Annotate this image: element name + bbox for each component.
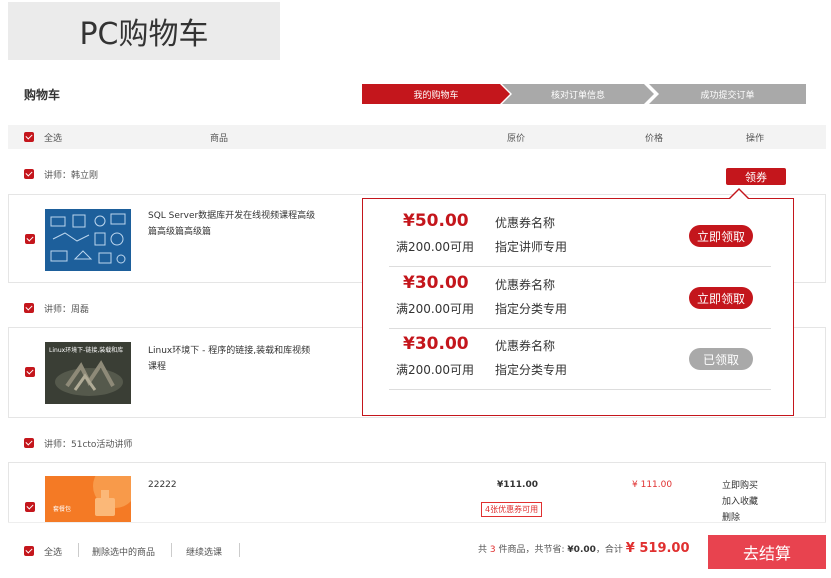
coupon-row: ¥30.00 满200.00可用 优惠券名称 指定分类专用 已领取 (389, 328, 771, 390)
item-checkbox[interactable] (25, 234, 35, 244)
coupon-amount: ¥50.00 (403, 211, 469, 231)
coupon-name: 优惠券名称 (495, 216, 556, 230)
footer-select-all-label[interactable]: 全选 (44, 545, 62, 558)
linux-course-thumbnail[interactable]: Linux环境下-链接,装载和库 (45, 342, 131, 404)
divider (239, 543, 240, 557)
column-product: 商品 (210, 134, 229, 144)
product-title[interactable]: SQL Server数据库开发在线视频课程高级篇高级篇高级篇 (148, 208, 318, 240)
teacher-checkbox[interactable] (24, 169, 34, 179)
coupon-condition: 满200.00可用 (396, 363, 474, 377)
step-confirm-order: 核对订单信息 (502, 84, 654, 104)
add-favorite-link[interactable]: 加入收藏 (722, 494, 758, 510)
available-coupons-tag[interactable]: 4张优惠券可用 (481, 502, 543, 517)
coupon-usage: 指定分类专用 (495, 363, 568, 377)
coupon-row: ¥30.00 满200.00可用 优惠券名称 指定分类专用 立即领取 (389, 267, 771, 329)
coupon-amount: ¥30.00 (403, 334, 469, 354)
select-all-checkbox[interactable] (24, 132, 34, 142)
original-price: ¥111.00 (497, 480, 538, 490)
thumbnail-caption: Linux环境下-链接,装载和库 (49, 347, 124, 354)
column-operation: 操作 (746, 134, 765, 144)
teacher-name: 讲师：51cto活动讲师 (44, 440, 133, 450)
saved-amount: ¥0.00 (567, 545, 596, 555)
coupon-popup: ¥50.00 满200.00可用 优惠券名称 指定讲师专用 立即领取 ¥30.0… (362, 198, 794, 416)
item-checkbox[interactable] (25, 367, 35, 377)
popup-pointer-inner (730, 190, 748, 199)
step-order-submitted: 成功提交订单 (649, 84, 806, 104)
thumbnail-caption: 套餐包 (53, 506, 72, 513)
table-header: 全选 商品 原价 价格 操作 (8, 125, 826, 149)
teacher-name: 讲师：周磊 (44, 305, 90, 315)
order-summary: 共 3 件商品，共节省: ¥0.00，合计 ¥ 519.00 (478, 541, 690, 556)
column-price: 价格 (645, 134, 664, 144)
get-coupon-button[interactable]: 领券 (726, 168, 786, 185)
coupon-condition: 满200.00可用 (396, 302, 474, 316)
item-count: 3 (489, 545, 496, 555)
cart-title: 购物车 (24, 88, 61, 102)
coupon-amount: ¥30.00 (403, 273, 469, 293)
delete-selected-button[interactable]: 删除选中的商品 (92, 545, 155, 558)
coupon-usage: 指定分类专用 (495, 302, 568, 316)
checkout-button[interactable]: 去结算 (708, 535, 826, 569)
claim-coupon-button[interactable]: 立即领取 (689, 287, 753, 309)
coupon-condition: 满200.00可用 (396, 240, 474, 254)
database-course-thumbnail[interactable] (45, 209, 131, 271)
teacher-checkbox[interactable] (24, 438, 34, 448)
summary-prefix: 共 (478, 545, 488, 555)
divider (78, 543, 79, 557)
item-operations: 立即购买 加入收藏 删除 (722, 478, 758, 526)
coupon-claimed-badge: 已领取 (689, 348, 753, 370)
teacher-checkbox[interactable] (24, 303, 34, 313)
product-title[interactable]: 22222 (148, 477, 318, 493)
continue-shopping-button[interactable]: 继续选课 (186, 545, 222, 558)
total-label: ，合计 (595, 545, 623, 555)
coupon-name: 优惠券名称 (495, 278, 556, 292)
total-amount: ¥ 519.00 (625, 541, 690, 556)
step-my-cart: 我的购物车 (362, 84, 510, 104)
divider (171, 543, 172, 557)
summary-mid: 件商品，共节省: (498, 545, 565, 555)
select-all-label: 全选 (44, 134, 63, 144)
item-checkbox[interactable] (25, 502, 35, 512)
current-price: ¥ 111.00 (632, 480, 673, 490)
page-title: PC购物车 (8, 2, 280, 60)
claim-coupon-button[interactable]: 立即领取 (689, 225, 753, 247)
column-original-price: 原价 (507, 134, 526, 144)
product-title[interactable]: Linux环境下 - 程序的链接,装载和库视频课程 (148, 343, 318, 375)
cart-footer: 全选 删除选中的商品 继续选课 共 3 件商品，共节省: ¥0.00，合计 ¥ … (8, 522, 826, 569)
coupon-name: 优惠券名称 (495, 339, 556, 353)
teacher-name: 讲师：韩立刚 (44, 171, 99, 181)
buy-now-link[interactable]: 立即购买 (722, 478, 758, 494)
coupon-usage: 指定讲师专用 (495, 240, 568, 254)
progress-steps: 我的购物车 核对订单信息 成功提交订单 (362, 84, 806, 104)
coupon-row: ¥50.00 满200.00可用 优惠券名称 指定讲师专用 立即领取 (389, 205, 771, 267)
footer-select-all-checkbox[interactable] (24, 546, 34, 556)
